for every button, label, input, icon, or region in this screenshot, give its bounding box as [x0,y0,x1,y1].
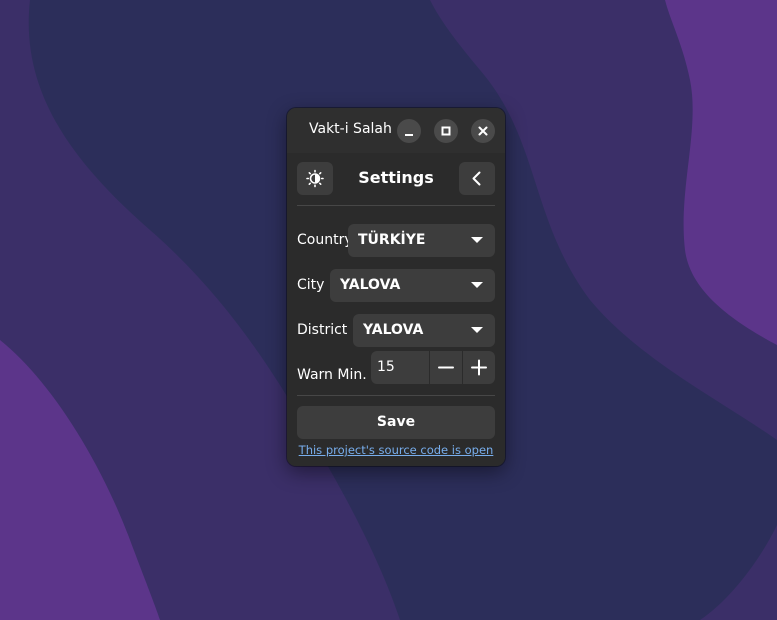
maximize-button[interactable] [434,119,458,143]
maximize-icon [441,126,451,136]
district-value: YALOVA [363,322,424,338]
city-label: City [297,277,325,293]
chevron-down-icon [471,237,483,243]
country-dropdown[interactable]: TÜRKİYE [348,224,495,257]
minus-icon [438,366,454,369]
chevron-left-icon [472,171,481,186]
window-titlebar[interactable]: Vakt-i Salah [287,108,505,153]
settings-page: Settings Country TÜRKİYE City YALOVA Dis… [287,153,505,466]
warn-minutes-label: Warn Min. [297,367,367,383]
increment-button[interactable] [463,351,495,384]
warn-minutes-spinbutton[interactable]: 15 [371,351,495,384]
close-icon [478,126,488,136]
save-button[interactable]: Save [297,406,495,439]
source-code-link[interactable]: This project's source code is open [287,443,505,457]
close-button[interactable] [471,119,495,143]
decrement-button[interactable] [430,351,462,384]
brightness-icon [306,169,324,188]
chevron-down-icon [471,282,483,288]
window-title: Vakt-i Salah [309,121,392,137]
district-label: District [297,322,348,338]
country-label: Country [297,232,353,248]
city-dropdown[interactable]: YALOVA [330,269,495,302]
save-button-label: Save [376,414,416,430]
form-divider [297,395,495,396]
country-value: TÜRKİYE [358,232,426,248]
chevron-down-icon [471,327,483,333]
header-divider [297,205,495,206]
city-value: YALOVA [340,277,401,293]
minimize-icon [405,134,413,136]
app-window: Vakt-i Salah Settings Country TÜRKİYE Ci… [287,108,505,466]
plus-icon [471,359,487,376]
page-title: Settings [358,168,434,187]
warn-minutes-input[interactable]: 15 [377,359,395,375]
district-dropdown[interactable]: YALOVA [353,314,495,347]
minimize-button[interactable] [397,119,421,143]
back-button[interactable] [459,162,495,195]
theme-toggle-button[interactable] [297,162,333,195]
